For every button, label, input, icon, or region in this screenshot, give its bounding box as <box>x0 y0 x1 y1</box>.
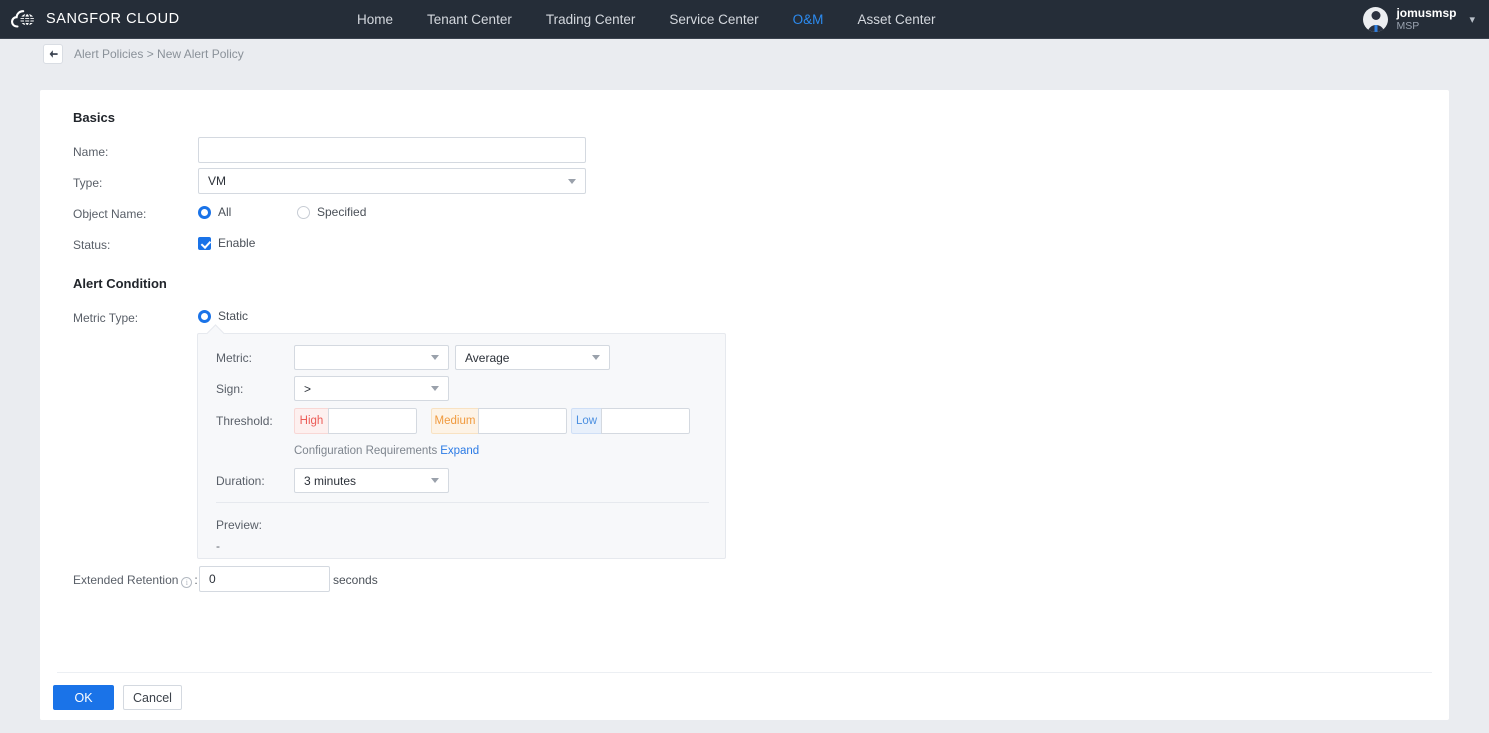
panel-divider <box>216 502 709 503</box>
threshold-medium-group: Medium <box>431 408 567 434</box>
threshold-high-input[interactable] <box>328 408 417 434</box>
metric-type-label: Metric Type: <box>73 311 139 325</box>
metric-label: Metric: <box>216 351 252 365</box>
nav-item-service-center[interactable]: Service Center <box>652 0 775 39</box>
threshold-medium-input[interactable] <box>478 408 567 434</box>
metric-select[interactable] <box>294 345 449 370</box>
cancel-button[interactable]: Cancel <box>123 685 182 710</box>
threshold-low-group: Low <box>571 408 690 434</box>
breadcrumb[interactable]: Alert Policies > New Alert Policy <box>74 47 244 61</box>
user-menu[interactable]: jomusmsp MSP ▾ <box>1363 0 1475 39</box>
threshold-low-tag: Low <box>571 408 601 434</box>
extended-retention-text: Extended Retention <box>73 573 179 587</box>
section-title-alert-condition: Alert Condition <box>73 276 167 291</box>
chevron-down-icon <box>592 355 600 360</box>
metric-type-radio-static[interactable]: Static <box>198 309 248 323</box>
user-name: jomusmsp <box>1396 5 1457 20</box>
name-label: Name: <box>73 145 109 159</box>
preview-label: Preview: <box>216 518 263 532</box>
object-name-radio-specified[interactable]: Specified <box>297 205 366 219</box>
nav-item-tenant-center[interactable]: Tenant Center <box>410 0 529 39</box>
cloud-globe-icon <box>11 8 38 30</box>
radio-all-indicator[interactable] <box>198 205 211 219</box>
breadcrumb-bar: Alert Policies > New Alert Policy <box>0 40 1489 67</box>
chevron-down-icon <box>568 178 576 184</box>
threshold-high-group: High <box>294 408 417 434</box>
configuration-requirements-text: Configuration Requirements <box>294 445 438 457</box>
footer-divider <box>57 672 1432 673</box>
object-name-label: Object Name: <box>73 207 147 221</box>
chevron-down-icon <box>431 355 439 360</box>
type-label: Type: <box>73 176 103 190</box>
type-select-value: VM <box>208 174 226 188</box>
info-icon[interactable]: i <box>181 577 193 588</box>
configuration-requirements-expand-link[interactable]: Expand <box>440 445 479 457</box>
status-enable-checkbox-row[interactable]: Enable <box>198 236 255 250</box>
sign-select[interactable]: > <box>294 376 449 401</box>
nav-item-trading-center[interactable]: Trading Center <box>529 0 653 39</box>
sign-label: Sign: <box>216 382 244 396</box>
section-title-basics: Basics <box>73 110 115 125</box>
configuration-requirements: Configuration Requirements Expand <box>294 445 479 457</box>
arrow-left-icon <box>49 49 58 58</box>
threshold-medium-tag: Medium <box>431 408 478 434</box>
nav-item-asset-center[interactable]: Asset Center <box>840 0 952 39</box>
object-name-radio-all[interactable]: All <box>198 205 231 219</box>
preview-value: - <box>216 539 220 553</box>
brand-name: SANGFOR CLOUD <box>46 11 180 27</box>
type-select[interactable]: VM <box>198 168 586 194</box>
extended-retention-label: Extended Retention i: <box>73 573 198 588</box>
threshold-low-input[interactable] <box>601 408 690 434</box>
duration-select-value: 3 minutes <box>304 473 357 488</box>
extended-retention-unit: seconds <box>333 573 378 587</box>
ok-button[interactable]: OK <box>53 685 114 710</box>
name-input[interactable] <box>198 137 586 163</box>
status-label: Status: <box>73 238 111 252</box>
chevron-down-icon <box>431 386 439 391</box>
radio-static-indicator[interactable] <box>198 309 211 323</box>
extended-retention-input[interactable] <box>199 566 330 592</box>
sign-select-value: > <box>304 381 312 396</box>
radio-specified-indicator[interactable] <box>297 205 310 219</box>
back-button[interactable] <box>43 43 63 64</box>
radio-static-label: Static <box>218 309 249 323</box>
chevron-down-icon[interactable]: ▾ <box>1469 13 1475 26</box>
radio-specified-label: Specified <box>317 205 367 219</box>
duration-label: Duration: <box>216 474 265 488</box>
threshold-label: Threshold: <box>216 414 273 428</box>
brand-logo-group[interactable]: SANGFOR CLOUD <box>11 8 180 30</box>
user-role: MSP <box>1396 20 1420 33</box>
primary-nav: Home Tenant Center Trading Center Servic… <box>340 0 952 39</box>
nav-item-home[interactable]: Home <box>340 0 410 39</box>
threshold-high-tag: High <box>294 408 328 434</box>
extended-retention-colon: : <box>194 573 198 587</box>
metric-condition-panel: Metric: Average Sign: > Threshold: High … <box>197 324 726 559</box>
user-meta: jomusmsp MSP <box>1396 5 1457 33</box>
enable-checkbox[interactable] <box>198 236 211 250</box>
radio-all-label: All <box>218 205 232 219</box>
chevron-down-icon <box>431 478 439 483</box>
duration-select[interactable]: 3 minutes <box>294 468 449 493</box>
enable-checkbox-label: Enable <box>218 236 256 250</box>
metric-aggregation-select[interactable]: Average <box>455 345 610 370</box>
user-avatar-icon <box>1363 7 1389 32</box>
top-navigation-bar: SANGFOR CLOUD Home Tenant Center Trading… <box>0 0 1489 39</box>
nav-item-om[interactable]: O&M <box>776 0 841 39</box>
metric-aggregation-value: Average <box>465 350 510 365</box>
